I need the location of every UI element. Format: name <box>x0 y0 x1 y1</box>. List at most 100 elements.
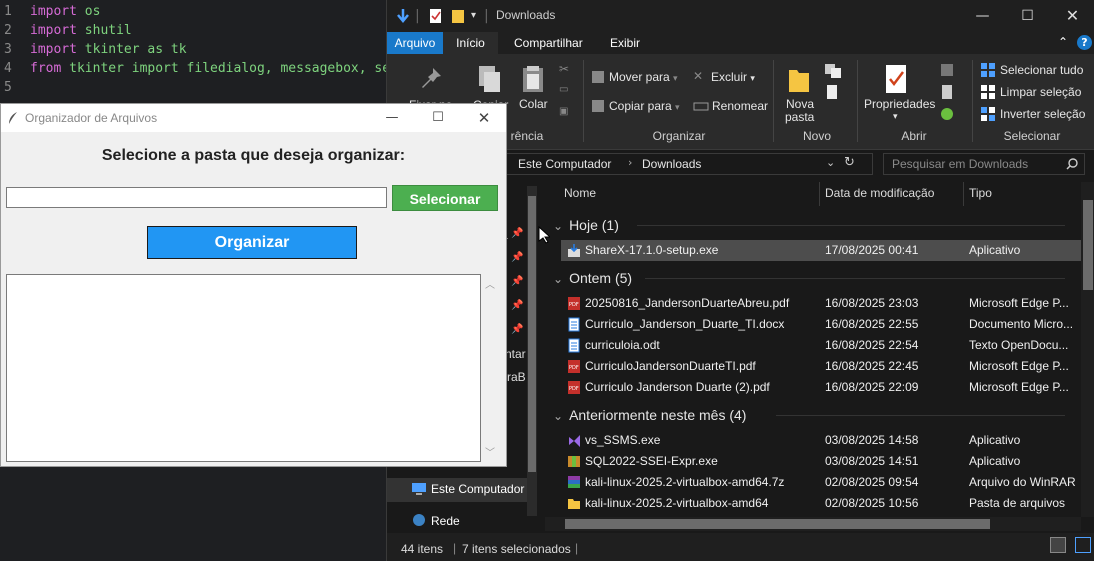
file-name: SQL2022-SSEI-Expr.exe <box>585 454 718 468</box>
file-row[interactable]: PDF Curriculo Janderson Duarte (2).pdf 16/… <box>561 377 1081 398</box>
file-row[interactable]: PDF CurriculoJandersonDuarteTI.pdf 16/08/2… <box>561 356 1081 377</box>
file-row[interactable]: curriculoia.odt 16/08/2025 22:54 Texto Ope… <box>561 335 1081 356</box>
code-line: 5 <box>4 80 12 95</box>
file-hscroll-thumb[interactable] <box>565 519 990 529</box>
ribbon-separator <box>972 60 973 142</box>
pdf-icon: PDF <box>568 297 580 310</box>
properties-check-icon[interactable] <box>429 7 443 25</box>
column-header-name[interactable]: Nome <box>564 186 596 200</box>
file-row[interactable]: kali-linux-2025.2-virtualbox-amd64.7z 02/… <box>561 472 1081 493</box>
tiles-view-icon[interactable] <box>1075 537 1091 553</box>
breadcrumb-este-computador[interactable]: Este Computador <box>518 157 611 171</box>
copiar-para-button[interactable]: Copiar para ▾ <box>609 99 680 113</box>
file-group-label: Anteriormente neste mês (4) <box>569 407 747 423</box>
file-vertical-scrollbar[interactable] <box>1081 182 1094 517</box>
file-date: 02/08/2025 09:54 <box>825 475 919 489</box>
search-input[interactable]: Pesquisar em Downloads <box>883 153 1085 175</box>
file-date: 16/08/2025 22:55 <box>825 317 919 331</box>
tk-close-button[interactable]: ✕ <box>461 104 507 132</box>
tab-inicio[interactable]: Início <box>443 32 498 54</box>
file-scroll-thumb[interactable] <box>1083 200 1093 290</box>
propriedades-button[interactable]: Propriedades <box>864 97 935 111</box>
limpar-selecao-button[interactable]: Limpar seleção <box>1000 85 1081 99</box>
help-icon[interactable]: ? <box>1077 35 1092 50</box>
ribbon-separator <box>773 60 774 142</box>
collapse-ribbon-icon[interactable]: ⌃ <box>1058 35 1068 49</box>
paste-shortcut-icon[interactable]: ▣ <box>559 106 568 117</box>
nova-pasta-label-2[interactable]: pasta <box>785 110 814 124</box>
select-folder-button[interactable]: Selecionar <box>392 185 498 211</box>
column-separator[interactable] <box>819 182 820 206</box>
refresh-icon[interactable]: ↻ <box>844 155 855 170</box>
nav-scrollbar[interactable] <box>527 186 537 516</box>
log-scrollbar[interactable]: ︿ ﹀ <box>481 274 499 462</box>
group-divider <box>637 225 1065 226</box>
tk-maximize-button[interactable]: ☐ <box>415 104 461 132</box>
edit-icon[interactable] <box>939 84 957 100</box>
file-row[interactable]: vs_SSMS.exe 03/08/2025 14:58 Aplicativo <box>561 430 1081 451</box>
delete-icon: ✕ <box>693 69 704 83</box>
nav-partial-label[interactable]: raB <box>507 370 526 384</box>
breadcrumb-downloads[interactable]: Downloads <box>642 157 701 171</box>
file-type: Aplicativo <box>969 243 1021 257</box>
file-row[interactable]: kali-linux-2025.2-virtualbox-amd64 02/08/… <box>561 493 1081 514</box>
tab-exibir[interactable]: Exibir <box>610 32 640 54</box>
close-button[interactable]: ✕ <box>1050 0 1094 32</box>
colar-button[interactable]: Colar <box>519 97 548 111</box>
tk-minimize-button[interactable]: — <box>369 104 415 132</box>
column-header-type[interactable]: Tipo <box>969 186 992 200</box>
file-row[interactable]: ShareX-17.1.0-setup.exe 17/08/2025 00:41 A… <box>561 240 1081 261</box>
new-folder-quick-icon[interactable] <box>451 7 465 25</box>
history-icon[interactable] <box>939 106 957 122</box>
file-row[interactable]: SQL2022-SSEI-Expr.exe 03/08/2025 14:51 Apl… <box>561 451 1081 472</box>
tab-arquivo[interactable]: Arquivo <box>387 32 443 54</box>
file-row[interactable]: Curriculo_Janderson_Duarte_TI.docx 16/08/… <box>561 314 1081 335</box>
group-divider <box>644 278 1065 279</box>
column-separator[interactable] <box>963 182 964 206</box>
file-horizontal-scrollbar[interactable] <box>545 517 1081 531</box>
renomear-button[interactable]: Renomear <box>712 99 768 113</box>
organize-button[interactable]: Organizar <box>147 226 357 259</box>
tab-compartilhar[interactable]: Compartilhar <box>514 32 583 54</box>
file-date: 02/08/2025 10:56 <box>825 496 919 510</box>
explorer-titlebar[interactable]: | ▾ | Downloads — ☐ ✕ <box>387 0 1094 32</box>
nav-partial-label[interactable]: ntar <box>505 347 526 361</box>
scroll-up-icon[interactable]: ︿ <box>485 276 495 291</box>
pin-icon: 📌 <box>511 276 524 287</box>
folder-path-input[interactable] <box>6 187 387 208</box>
inverter-selecao-button[interactable]: Inverter seleção <box>1000 107 1085 121</box>
properties-dropdown-icon[interactable]: ▾ <box>893 111 898 122</box>
column-header-date[interactable]: Data de modificação <box>825 186 934 200</box>
nav-item-rede[interactable]: Rede <box>387 510 527 532</box>
quick-access-dropdown-icon[interactable]: ▾ <box>471 7 476 25</box>
address-history-icon[interactable]: ⌄ <box>826 156 835 169</box>
maximize-button[interactable]: ☐ <box>1005 0 1050 32</box>
nav-scroll-thumb[interactable] <box>528 196 536 472</box>
mover-para-button[interactable]: Mover para ▾ <box>609 70 678 84</box>
address-field[interactable]: › Este Computador › Downloads ⌄ ↻ <box>500 153 873 175</box>
nav-item-este-computador[interactable]: Este Computador <box>387 478 527 502</box>
easy-access-icon[interactable] <box>823 84 847 102</box>
open-icon[interactable] <box>939 62 957 78</box>
nova-pasta-label-1[interactable]: Nova <box>786 97 814 111</box>
computer-icon <box>412 483 426 495</box>
file-type: Microsoft Edge P... <box>969 296 1069 310</box>
selecionar-tudo-button[interactable]: Selecionar tudo <box>1000 63 1083 77</box>
scroll-down-icon[interactable]: ﹀ <box>485 444 495 459</box>
minimize-button[interactable]: — <box>960 0 1005 32</box>
log-text-area[interactable] <box>6 274 481 462</box>
new-item-icon[interactable] <box>823 62 847 80</box>
excluir-button[interactable]: Excluir ▾ <box>711 70 755 84</box>
doc-icon <box>568 338 580 353</box>
ribbon-separator <box>857 60 858 142</box>
copy-path-icon[interactable]: ▭ <box>559 84 568 95</box>
arrow-down-icon[interactable] <box>395 7 411 25</box>
cut-icon[interactable]: ✂ <box>559 62 569 76</box>
file-name: kali-linux-2025.2-virtualbox-amd64 <box>585 496 769 510</box>
tk-titlebar[interactable]: Organizador de Arquivos — ☐ ✕ <box>1 104 506 132</box>
code-line: 3 import tkinter as tk <box>4 42 187 57</box>
file-row[interactable]: PDF 20250816_JandersonDuarteAbreu.pdf 16/0… <box>561 293 1081 314</box>
chevron-down-icon: ⌄ <box>553 219 564 233</box>
file-type: Microsoft Edge P... <box>969 380 1069 394</box>
details-view-icon[interactable] <box>1050 537 1066 553</box>
